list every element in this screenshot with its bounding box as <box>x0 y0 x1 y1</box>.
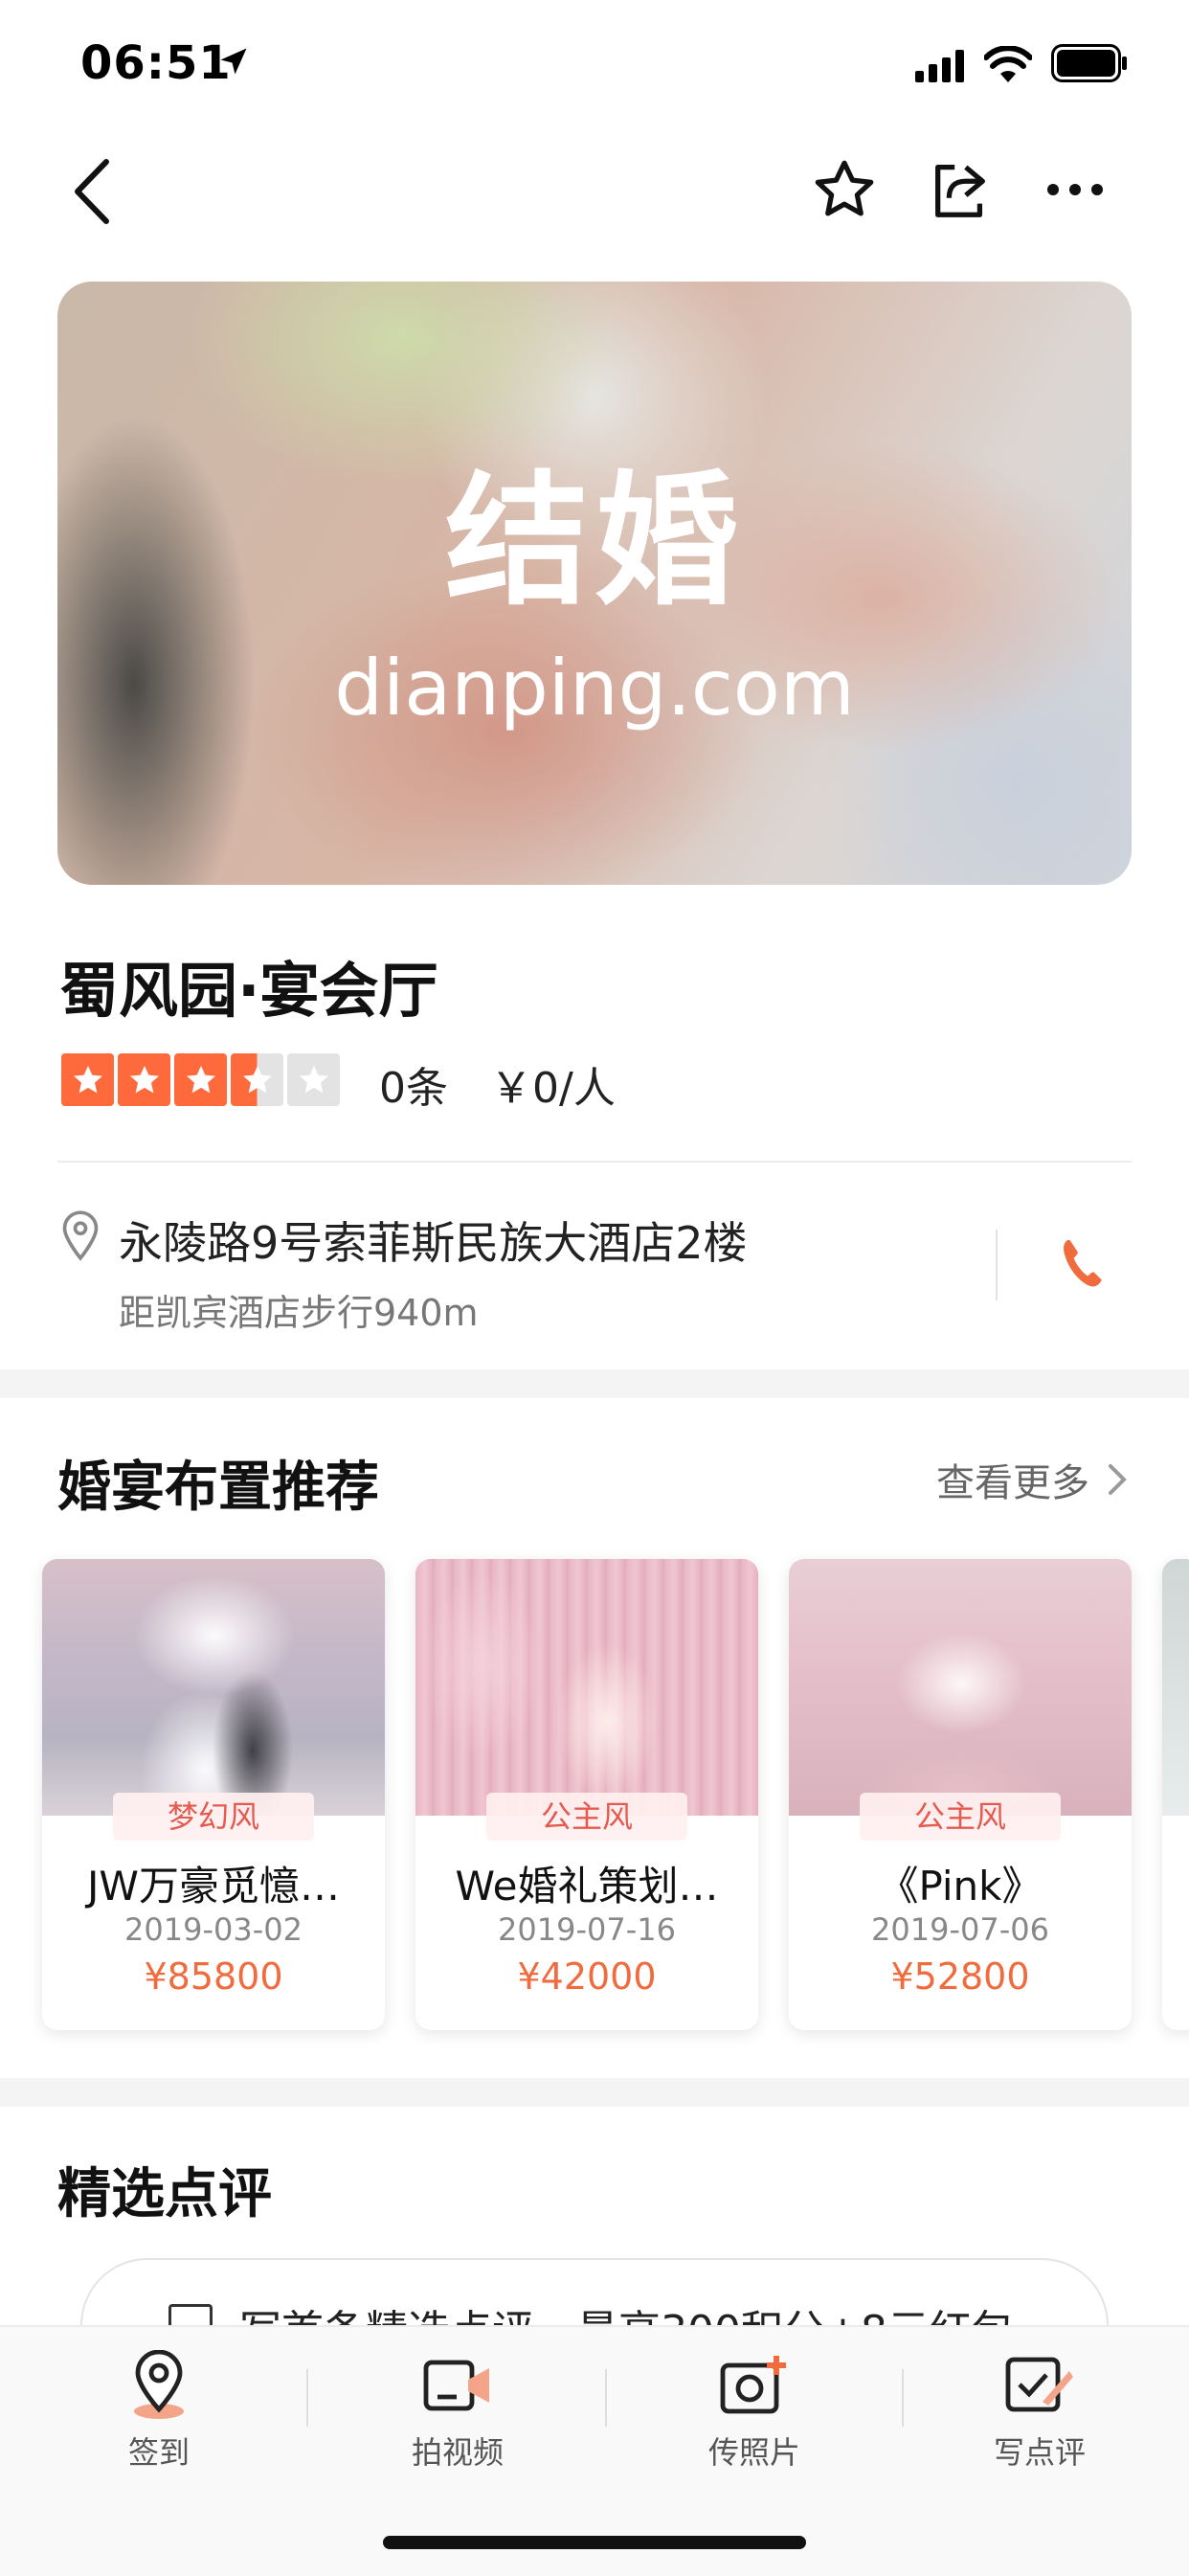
add-photo-icon <box>719 2350 790 2421</box>
share-icon <box>935 165 985 217</box>
section-separator <box>0 2078 1189 2107</box>
star-rating <box>61 1053 340 1106</box>
see-more-link[interactable]: 查看更多 <box>936 1452 1132 1507</box>
favorite-button[interactable] <box>804 149 885 230</box>
cellular-signal-icon <box>915 50 964 82</box>
home-indicator <box>383 2536 806 2549</box>
divider <box>996 1230 998 1300</box>
location-arrow-icon <box>220 48 247 75</box>
wifi-icon <box>984 46 1032 82</box>
venue-name: 蜀风园·宴会厅 <box>59 956 438 1026</box>
card-image <box>789 1559 1132 1816</box>
card-style-tag: 公主风 <box>860 1793 1061 1841</box>
card-image <box>42 1559 385 1816</box>
tab-checkin[interactable]: 签到 <box>63 2350 255 2473</box>
location-pin-icon <box>62 1210 99 1261</box>
see-more-label: 查看更多 <box>936 1461 1089 1505</box>
tab-photo[interactable]: 传照片 <box>659 2350 850 2473</box>
card-date: 2019-07-16 <box>498 1911 676 1948</box>
banner-watermark: dianping.com <box>334 644 855 733</box>
tab-label: 拍视频 <box>411 2434 504 2471</box>
tab-label: 签到 <box>127 2434 190 2471</box>
divider <box>902 2369 904 2427</box>
divider <box>57 1161 1132 1163</box>
video-camera-icon <box>422 2350 493 2421</box>
section-title-recommend: 婚宴布置推荐 <box>57 1457 379 1519</box>
card-title: JW万豪觅憶… <box>87 1863 340 1909</box>
tab-label: 写点评 <box>993 2434 1086 2471</box>
avg-price: ￥0/人 <box>490 1064 616 1113</box>
tab-video[interactable]: 拍视频 <box>362 2350 553 2473</box>
hero-banner[interactable]: 结婚 dianping.com <box>57 282 1132 885</box>
divider <box>306 2369 308 2427</box>
section-separator <box>0 1369 1189 1398</box>
divider <box>605 2369 607 2427</box>
star-empty-icon <box>287 1053 340 1106</box>
more-dots-icon <box>1047 184 1103 195</box>
back-button[interactable] <box>54 153 130 230</box>
venue-address[interactable]: 永陵路9号索菲斯民族大酒店2楼 <box>119 1209 748 1272</box>
card-style-tag: 公主风 <box>486 1793 687 1841</box>
star-half-icon <box>231 1053 283 1106</box>
star-icon <box>61 1053 114 1106</box>
star-icon <box>118 1053 170 1106</box>
card-price: ¥52800 <box>890 1955 1030 1998</box>
tab-review[interactable]: 写点评 <box>944 2350 1135 2473</box>
share-button[interactable] <box>917 149 1003 230</box>
tab-label: 传照片 <box>707 2434 800 2471</box>
call-button[interactable] <box>1043 1226 1120 1302</box>
chevron-left-icon <box>75 159 109 224</box>
location-pin-icon <box>123 2350 194 2421</box>
review-count: 0条 <box>379 1064 448 1113</box>
card-style-tag: 梦幻风 <box>113 1793 314 1841</box>
phone-icon <box>1064 1240 1102 1287</box>
more-button[interactable] <box>1032 149 1118 230</box>
section-title-reviews: 精选点评 <box>57 2163 272 2226</box>
card-date: 2019-07-06 <box>871 1911 1049 1948</box>
write-review-icon <box>1004 2350 1075 2421</box>
recommend-card[interactable]: 公主风 We婚礼策划… 2019-07-16 ¥42000 <box>415 1559 758 2030</box>
recommend-card-partial[interactable] <box>1162 1559 1189 2030</box>
card-date: 2019-03-02 <box>124 1911 303 1948</box>
card-image <box>415 1559 758 1816</box>
battery-icon <box>1051 44 1127 82</box>
chevron-right-icon <box>1109 1464 1127 1495</box>
card-price: ¥85800 <box>144 1955 283 1998</box>
star-outline-icon <box>815 160 874 216</box>
recommend-card[interactable]: 公主风 《Pink》 2019-07-06 ¥52800 <box>789 1559 1132 2030</box>
star-icon <box>174 1053 227 1106</box>
status-time: 06:51 <box>80 36 232 90</box>
card-title: 《Pink》 <box>878 1863 1043 1909</box>
card-title: We婚礼策划… <box>455 1863 719 1909</box>
card-price: ¥42000 <box>517 1955 657 1998</box>
recommend-card[interactable]: 梦幻风 JW万豪觅憶… 2019-03-02 ¥85800 <box>42 1559 385 2030</box>
venue-distance: 距凯宾酒店步行940m <box>119 1292 479 1334</box>
card-image <box>1162 1559 1189 1816</box>
banner-title: 结婚 <box>444 459 744 625</box>
